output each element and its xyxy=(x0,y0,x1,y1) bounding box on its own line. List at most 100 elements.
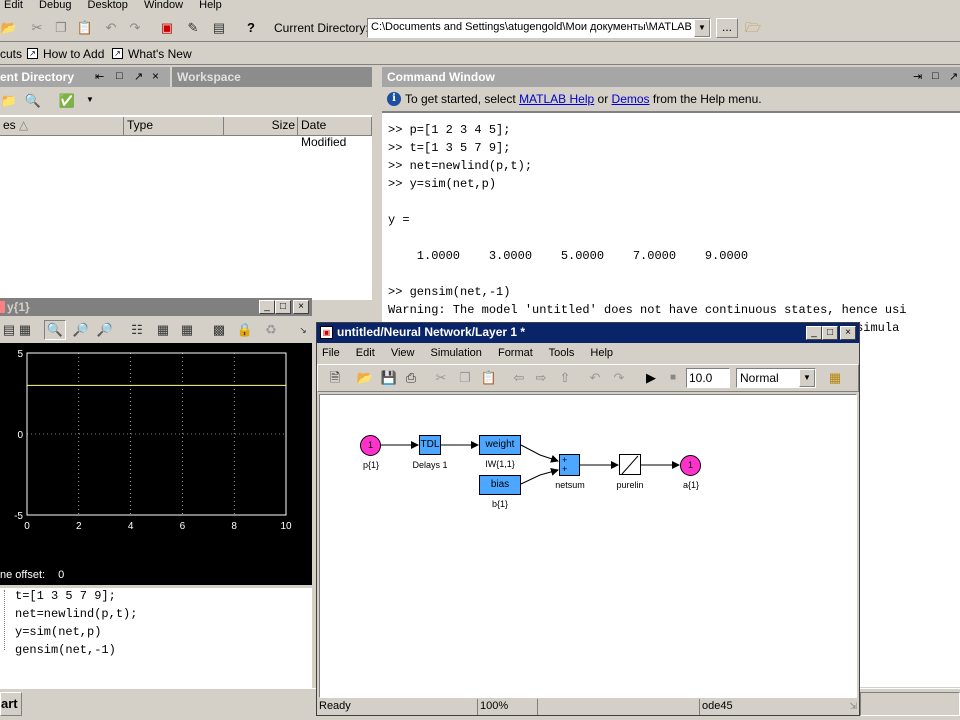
paste-icon[interactable]: 📋 xyxy=(480,369,498,387)
chevron-down-icon[interactable]: ▼ xyxy=(86,95,94,104)
menu-edit[interactable]: Edit xyxy=(4,0,23,11)
undock-icon[interactable]: ⇤ xyxy=(95,70,104,83)
profiler-icon[interactable]: ▤ xyxy=(210,19,228,37)
zoom-icon[interactable]: 🔍 xyxy=(44,320,66,340)
menu-help[interactable]: Help xyxy=(590,347,613,359)
chevron-down-icon[interactable]: ▼ xyxy=(799,369,815,387)
menu-format[interactable]: Format xyxy=(498,347,533,359)
dock-icon[interactable]: ↗ xyxy=(949,70,958,83)
close-button[interactable]: × xyxy=(293,300,309,314)
close-icon[interactable]: × xyxy=(152,69,159,83)
undock-icon[interactable]: ⇥ xyxy=(913,70,922,83)
sim-mode-select[interactable]: Normal ▼ xyxy=(736,368,816,388)
save-axes-icon[interactable]: ▦ xyxy=(154,321,172,339)
tab-workspace[interactable]: Workspace xyxy=(170,67,372,87)
demos-link[interactable]: Demos xyxy=(612,92,650,106)
menu-tools[interactable]: Tools xyxy=(549,347,575,359)
maximize-icon[interactable]: □ xyxy=(932,70,939,82)
menu-debug[interactable]: Debug xyxy=(39,0,71,11)
signal-selection-icon[interactable]: ♻ xyxy=(262,321,280,339)
column-header-date[interactable]: Date Modified xyxy=(298,117,372,149)
minimize-button[interactable]: _ xyxy=(806,326,822,340)
undo-icon[interactable]: ↶ xyxy=(102,19,120,37)
copy-icon[interactable]: ❐ xyxy=(456,369,474,387)
cut-icon[interactable]: ✂ xyxy=(432,369,450,387)
folder-up-icon[interactable]: 🗁 xyxy=(744,19,762,37)
column-header-name[interactable]: es △ xyxy=(0,117,124,135)
input-port-p1[interactable]: 1 xyxy=(360,435,381,456)
minimize-button[interactable]: _ xyxy=(259,300,275,314)
new-model-icon[interactable]: 🗎 xyxy=(326,369,344,387)
stop-time-field[interactable]: 10.0 xyxy=(686,368,730,388)
zoom-y-icon[interactable]: 🔎 xyxy=(96,321,114,339)
undo-icon[interactable]: ↶ xyxy=(586,369,604,387)
guide-icon[interactable]: ✎ xyxy=(184,19,202,37)
maximize-icon[interactable]: □ xyxy=(116,70,123,82)
tdl-block[interactable]: TDL xyxy=(419,435,441,455)
simulink-canvas[interactable]: 1 p{1} TDL Delays 1 weight IW{1,1} bias … xyxy=(319,394,857,698)
more-icon[interactable]: ↘ xyxy=(294,321,312,339)
dock-icon[interactable]: ↗ xyxy=(134,70,143,83)
purelin-block[interactable] xyxy=(619,454,641,475)
maximize-button[interactable]: □ xyxy=(275,300,291,314)
open-icon[interactable]: 📂 xyxy=(0,19,18,37)
new-folder-icon[interactable]: 📁 xyxy=(0,92,18,110)
history-item[interactable]: gensim(net,-1) xyxy=(15,641,116,659)
copy-icon[interactable]: ❐ xyxy=(52,19,70,37)
up-icon[interactable]: ⇧ xyxy=(556,369,574,387)
paste-icon[interactable]: 📋 xyxy=(76,19,94,37)
redo-icon[interactable]: ↷ xyxy=(610,369,628,387)
weight-block[interactable]: weight xyxy=(479,435,521,455)
output-port-label: a{1} xyxy=(682,480,700,490)
play-icon[interactable]: ▶ xyxy=(642,369,660,387)
redo-icon[interactable]: ↷ xyxy=(126,19,144,37)
browse-button[interactable]: ... xyxy=(716,18,738,38)
scope-x-tick-label: 10 xyxy=(280,521,292,532)
history-item[interactable]: t=[1 3 5 7 9]; xyxy=(15,587,116,605)
simulink-icon[interactable]: ▣ xyxy=(158,19,176,37)
current-dir-field[interactable]: C:\Documents and Settings\atugengold\Мои… xyxy=(367,18,711,38)
netsum-block[interactable]: + + xyxy=(559,454,580,476)
column-header-size[interactable]: Size xyxy=(224,117,298,135)
print-icon[interactable]: ⎙ xyxy=(402,369,420,387)
maximize-button[interactable]: □ xyxy=(822,326,838,340)
menu-help[interactable]: Help xyxy=(199,0,222,11)
input-port-number: 1 xyxy=(367,440,373,450)
history-item[interactable]: y=sim(net,p) xyxy=(15,623,101,641)
autoscale-icon[interactable]: ☷ xyxy=(128,321,146,339)
matlab-help-link[interactable]: MATLAB Help xyxy=(519,92,594,106)
library-browser-icon[interactable]: ▦ xyxy=(826,369,844,387)
menu-window[interactable]: Window xyxy=(144,0,183,11)
forward-icon[interactable]: ⇨ xyxy=(532,369,550,387)
cut-icon[interactable]: ✂ xyxy=(28,19,46,37)
reports-icon[interactable]: ✅ xyxy=(58,92,76,110)
menu-view[interactable]: View xyxy=(391,347,415,359)
resize-grip-icon[interactable]: ⇲ xyxy=(849,701,857,712)
close-button[interactable]: × xyxy=(840,326,856,340)
parameters-icon[interactable]: ▦ xyxy=(16,321,34,339)
whats-new-link[interactable]: What's New xyxy=(128,43,192,65)
menu-file[interactable]: File xyxy=(322,347,340,359)
find-files-icon[interactable]: 🔍 xyxy=(24,92,42,110)
column-header-type[interactable]: Type xyxy=(124,117,224,135)
floating-scope-icon[interactable]: ▩ xyxy=(210,321,228,339)
restore-axes-icon[interactable]: ▦ xyxy=(178,321,196,339)
chevron-down-icon[interactable]: ▼ xyxy=(694,19,710,37)
back-icon[interactable]: ⇦ xyxy=(510,369,528,387)
bias-block-label: b{1} xyxy=(491,499,509,509)
bias-block[interactable]: bias xyxy=(479,475,521,495)
stop-icon[interactable]: ■ xyxy=(664,369,682,387)
zoom-x-icon[interactable]: 🔎 xyxy=(72,321,90,339)
command-line: >> t=[1 3 5 7 9]; xyxy=(388,141,511,155)
output-port-a1[interactable]: 1 xyxy=(680,455,701,476)
help-icon[interactable]: ? xyxy=(242,19,260,37)
how-to-add-link[interactable]: How to Add xyxy=(43,43,104,65)
menu-desktop[interactable]: Desktop xyxy=(88,0,128,11)
start-button[interactable]: art xyxy=(0,692,22,716)
save-icon[interactable]: 💾 xyxy=(380,369,398,387)
history-item[interactable]: net=newlind(p,t); xyxy=(15,605,137,623)
menu-edit[interactable]: Edit xyxy=(356,347,375,359)
open-icon[interactable]: 📂 xyxy=(356,369,374,387)
menu-simulation[interactable]: Simulation xyxy=(431,347,482,359)
lock-icon[interactable]: 🔒 xyxy=(236,321,254,339)
